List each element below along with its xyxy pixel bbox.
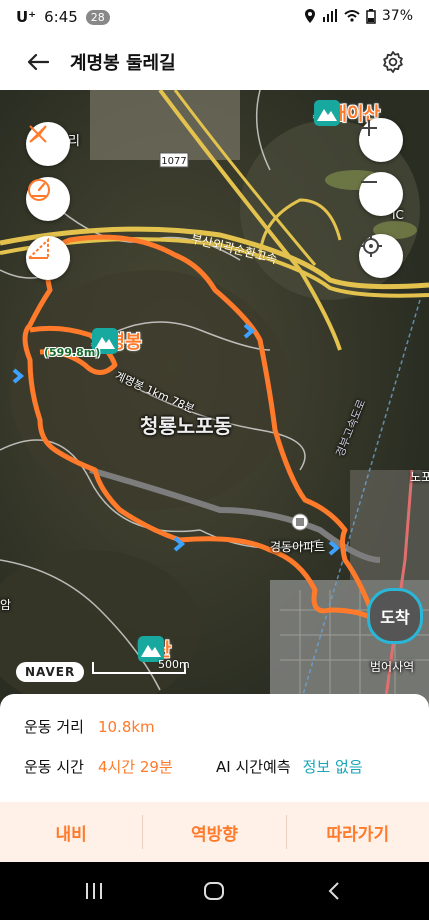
compass-button[interactable] [26,122,70,166]
arrival-marker[interactable]: 도착 [367,588,423,644]
elevation-label: (599.8m) [44,346,101,359]
status-time: 6:45 [44,8,78,26]
map-label-apartment: 경동아파트 [270,540,326,554]
carrier-label: U⁺ [16,8,37,26]
wifi-icon [344,10,360,22]
signal-5g-icon [322,9,337,22]
back-nav-button[interactable] [314,876,354,906]
action-bar: 내비 역방향 따라가기 [0,802,429,862]
gear-icon [383,51,403,73]
back-arrow-icon [27,53,49,71]
my-location-button[interactable] [359,234,403,278]
reverse-button[interactable]: 역방향 [143,802,285,862]
minus-icon [361,181,377,183]
battery-icon [366,8,376,24]
map-label-left-edge2: 암 [0,598,12,612]
plus-icon [361,120,377,136]
location-icon [304,9,315,23]
measure-button[interactable] [26,236,70,280]
recent-apps-icon [86,883,102,899]
back-button[interactable] [22,46,54,78]
notification-count-badge: 28 [85,9,110,25]
slope-icon [26,237,49,259]
recent-apps-button[interactable] [74,876,114,906]
distance-value: 10.8km [97,718,155,736]
time-label: 운동 시간 [24,758,84,776]
map-view[interactable]: 1077 청룡노포동 부산외곽순환고속 계명봉 1km 78분 경부고속도로 경… [0,90,429,705]
battery-level: 37% [381,8,413,24]
status-bar: U⁺ 6:45 28 37% [0,0,429,34]
app-bar: 계명봉 둘레길 [0,34,429,90]
scale-label: 500m [158,658,190,671]
follow-button[interactable]: 따라가기 [287,802,429,862]
road-number-label: 1077 [161,156,186,167]
time-row: 운동 시간 4시간 29분 [24,756,173,777]
ai-estimate-value: 정보 없음 [302,758,363,776]
zoom-in-button[interactable] [359,118,403,162]
time-value: 4시간 29분 [97,758,173,776]
navi-button[interactable]: 내비 [0,802,142,862]
home-icon [204,882,224,900]
zoom-out-button[interactable] [359,172,403,216]
system-nav-bar [0,862,429,920]
workout-stats-panel: 운동 거리 10.8km 운동 시간 4시간 29분 AI 시간예측 정보 없음 [0,694,429,802]
settings-button[interactable] [377,46,409,78]
distance-label: 운동 거리 [24,718,84,736]
speed-button[interactable] [26,177,70,221]
ai-estimate-label: AI 시간예측 [216,758,291,776]
naver-logo: NAVER [16,662,85,682]
ai-estimate-row: AI 시간예측 정보 없음 [216,756,363,777]
crosshair-icon [360,235,382,257]
chevron-left-icon [328,882,339,900]
home-button[interactable] [194,876,234,906]
speedometer-icon [28,179,50,201]
compass-icon [29,125,47,143]
map-label-right-edge: 노포 [410,470,429,484]
map-label-station: 범어사역 [370,660,415,674]
distance-row: 운동 거리 10.8km [24,716,155,737]
page-title: 계명봉 둘레길 [70,53,176,74]
mountain-icon [314,100,340,126]
